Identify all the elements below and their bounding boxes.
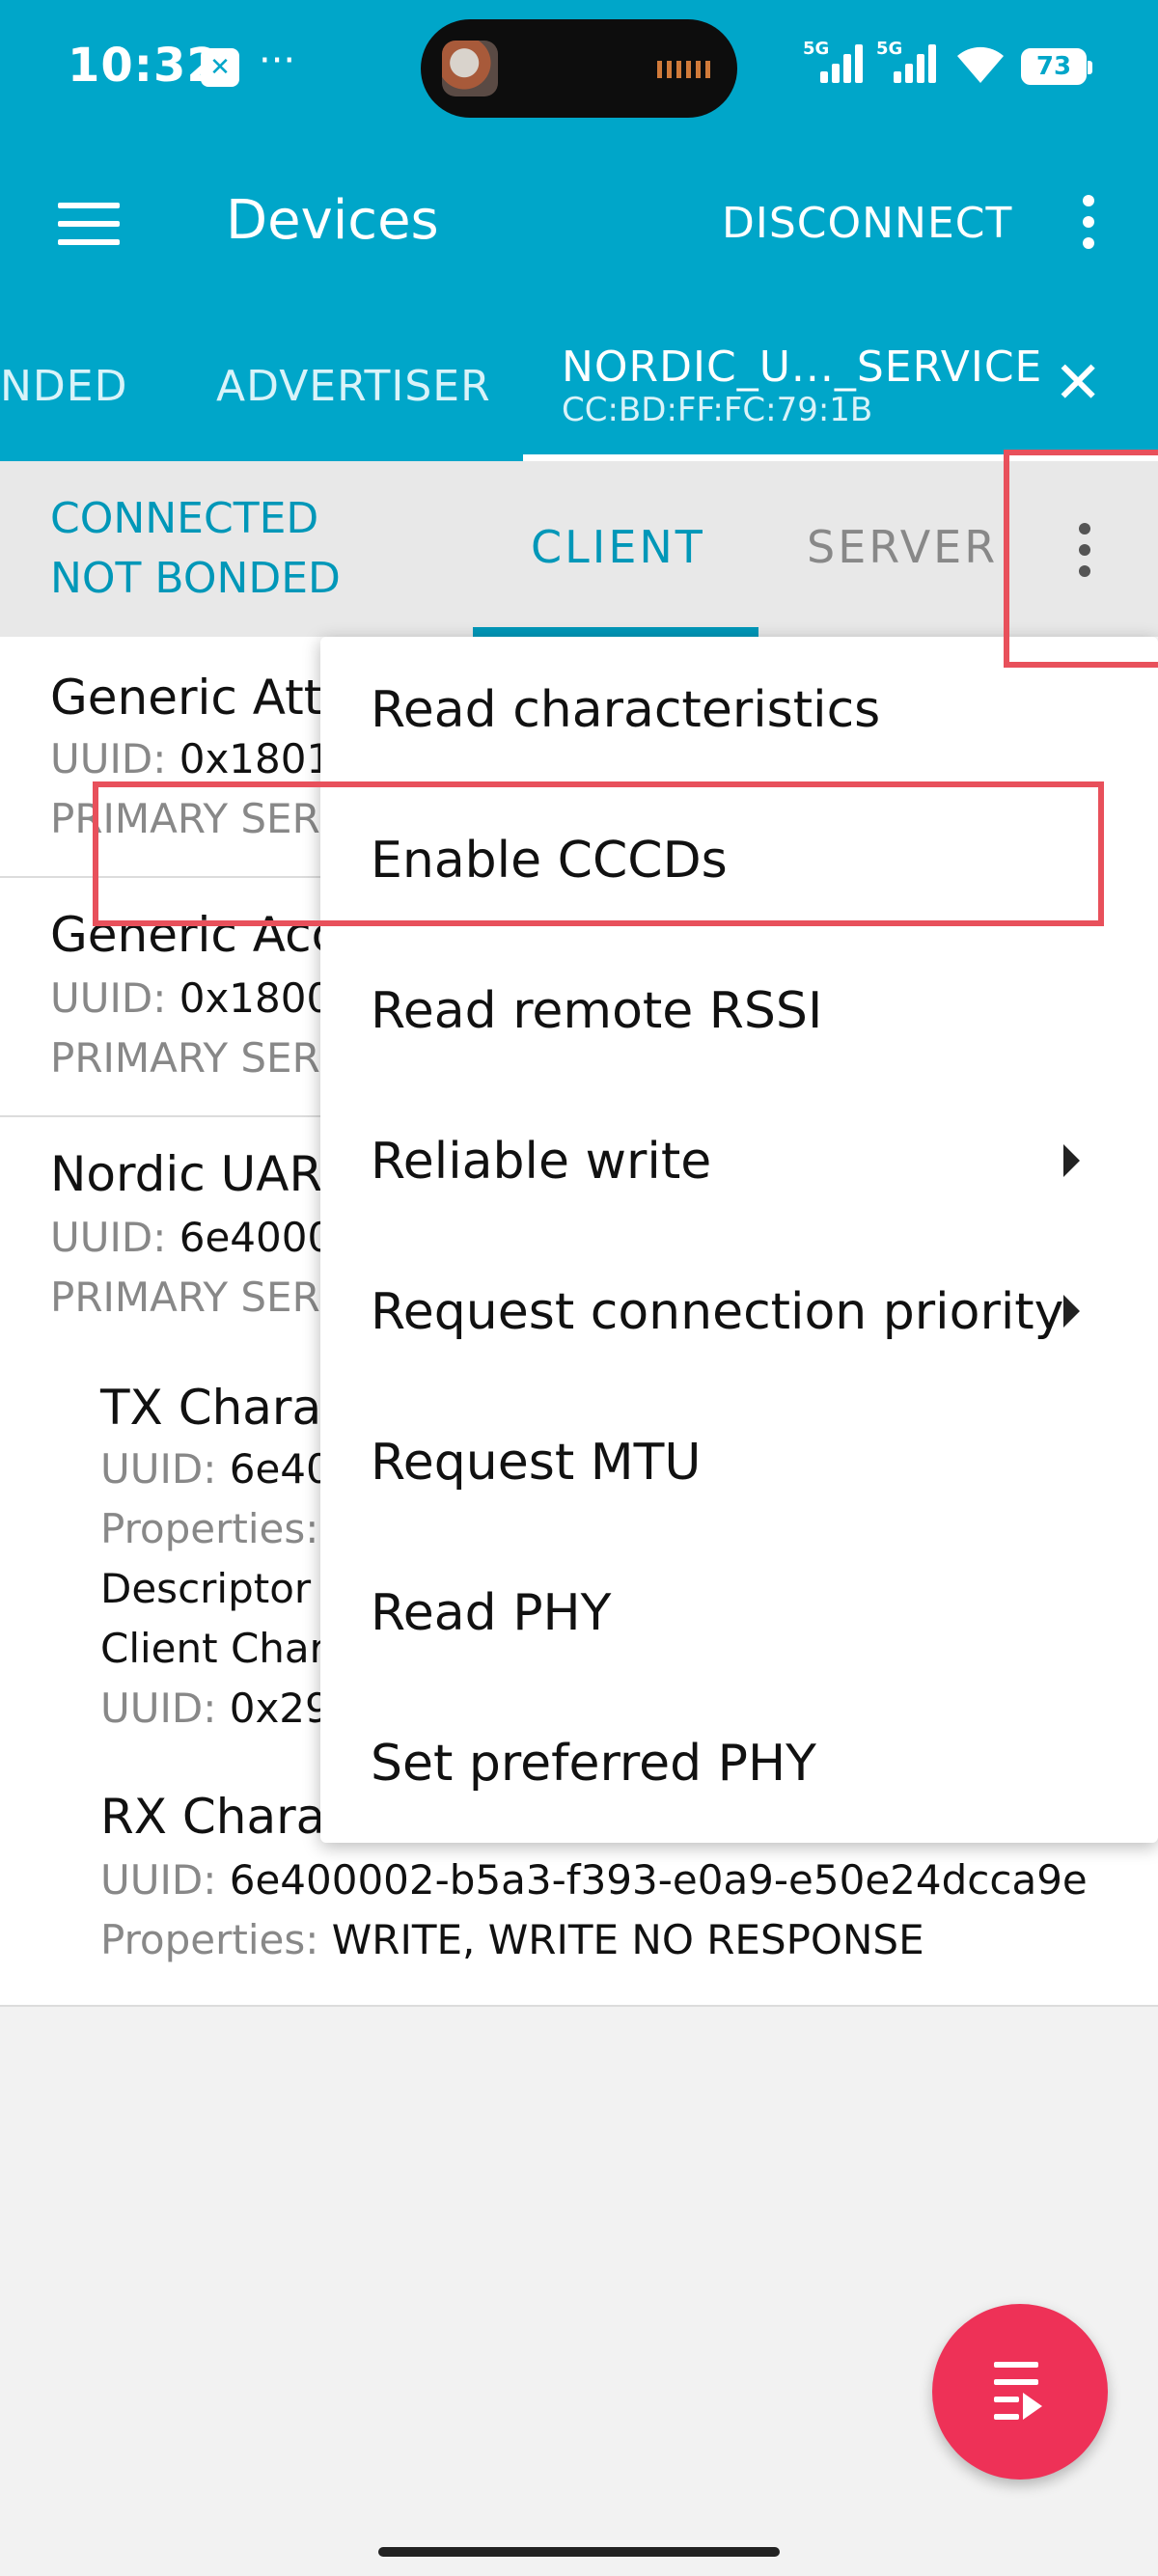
service-uuid: 6e4000 <box>179 1214 334 1261</box>
menu-item-read-phy[interactable]: Read PHY <box>320 1540 1158 1690</box>
descriptor-uuid: 0x29 <box>229 1685 331 1732</box>
tab-active-device-name[interactable]: NORDIC_U..._SERVICE <box>562 343 1042 392</box>
client-tab-indicator <box>473 627 758 637</box>
tx-characteristic-name[interactable]: TX Chara <box>100 1380 321 1436</box>
menu-item-label: Read characteristics <box>371 681 881 739</box>
descriptor-heading: Descriptor <box>100 1565 312 1612</box>
service-uuid: 0x1800 <box>179 974 333 1022</box>
properties-label: Properties: <box>100 1916 319 1963</box>
home-indicator[interactable] <box>378 2547 780 2557</box>
battery-icon: 73 <box>1021 48 1092 85</box>
tx-uuid: 6e40 <box>229 1445 332 1493</box>
service-uuid: 0x1801 <box>179 735 333 782</box>
tab-server[interactable]: SERVER <box>807 521 998 573</box>
uuid-label: UUID: <box>100 1685 217 1732</box>
tab-client[interactable]: CLIENT <box>531 521 705 573</box>
connection-state: CONNECTED <box>50 494 319 543</box>
uuid-label: UUID: <box>100 1445 217 1493</box>
page-title: Devices <box>226 189 439 252</box>
menu-item-label: Request connection priority <box>371 1283 1064 1341</box>
menu-item-label: Read remote RSSI <box>371 982 823 1040</box>
device-tabs: NDED ADVERTISER NORDIC_U..._SERVICE CC:B… <box>0 314 1158 461</box>
play-icon <box>1023 2393 1042 2420</box>
status-more: ··· <box>259 39 296 83</box>
menu-item-label: Request MTU <box>371 1434 702 1492</box>
submenu-arrow-icon <box>1063 1144 1080 1177</box>
uuid-label: UUID: <box>50 974 167 1022</box>
signal-2-icon <box>894 44 938 83</box>
status-bar: 10:32 ✕ ··· 5G 5G 73 <box>0 0 1158 135</box>
signal-1-icon <box>820 44 865 83</box>
menu-item-set-preferred-phy[interactable]: Set preferred PHY <box>320 1690 1158 1841</box>
disconnect-button[interactable]: DISCONNECT <box>722 199 1012 248</box>
highlight-enable-cccds <box>93 781 1104 926</box>
wifi-icon <box>957 46 1004 83</box>
log-fab-button[interactable] <box>932 2304 1108 2480</box>
service-type: PRIMARY SER <box>50 1034 320 1082</box>
tx-properties-label: Properties: <box>100 1505 319 1552</box>
service-name: Nordic UAR <box>50 1146 323 1202</box>
divider <box>0 2005 1158 2007</box>
uuid-label: UUID: <box>100 1856 217 1904</box>
dynamic-island[interactable] <box>421 19 737 118</box>
tab-active-device-address: CC:BD:FF:FC:79:1B <box>562 391 873 429</box>
status-time: 10:32 <box>68 39 220 93</box>
menu-item-label: Set preferred PHY <box>371 1735 816 1793</box>
rx-characteristic-name[interactable]: RX Chara <box>100 1789 325 1845</box>
overflow-menu-icon[interactable] <box>1083 195 1094 259</box>
rx-properties: WRITE, WRITE NO RESPONSE <box>331 1916 924 1963</box>
close-icon[interactable]: ✕ <box>1054 354 1102 412</box>
menu-item-label: Reliable write <box>371 1133 712 1191</box>
tab-advertiser[interactable]: ADVERTISER <box>216 362 491 411</box>
service-name: Generic Attr <box>50 670 343 726</box>
menu-item-label: Read PHY <box>371 1584 612 1642</box>
bond-state: NOT BONDED <box>50 554 341 603</box>
descriptor-name: Client Char <box>100 1625 326 1672</box>
app-notification-icon: ✕ <box>201 48 239 87</box>
menu-item-request-mtu[interactable]: Request MTU <box>320 1389 1158 1540</box>
menu-icon[interactable] <box>58 203 120 245</box>
uuid-label: UUID: <box>50 735 167 782</box>
uuid-label: UUID: <box>50 1214 167 1261</box>
connection-bar: CONNECTED NOT BONDED CLIENT SERVER <box>0 461 1158 637</box>
service-type: PRIMARY SER <box>50 1274 320 1321</box>
app-bar: Devices DISCONNECT <box>0 135 1158 314</box>
highlight-overflow-button <box>1004 450 1158 668</box>
rx-uuid: 6e400002-b5a3-f393-e0a9-e50e24dcca9e <box>229 1856 1088 1904</box>
submenu-arrow-icon <box>1063 1295 1080 1328</box>
menu-item-read-remote-rssi[interactable]: Read remote RSSI <box>320 938 1158 1088</box>
menu-item-request-connection-priority[interactable]: Request connection priority <box>320 1239 1158 1389</box>
tab-bonded[interactable]: NDED <box>0 362 127 411</box>
media-thumbnail <box>442 41 498 96</box>
audio-wave-icon <box>657 61 713 78</box>
menu-item-reliable-write[interactable]: Reliable write <box>320 1088 1158 1239</box>
